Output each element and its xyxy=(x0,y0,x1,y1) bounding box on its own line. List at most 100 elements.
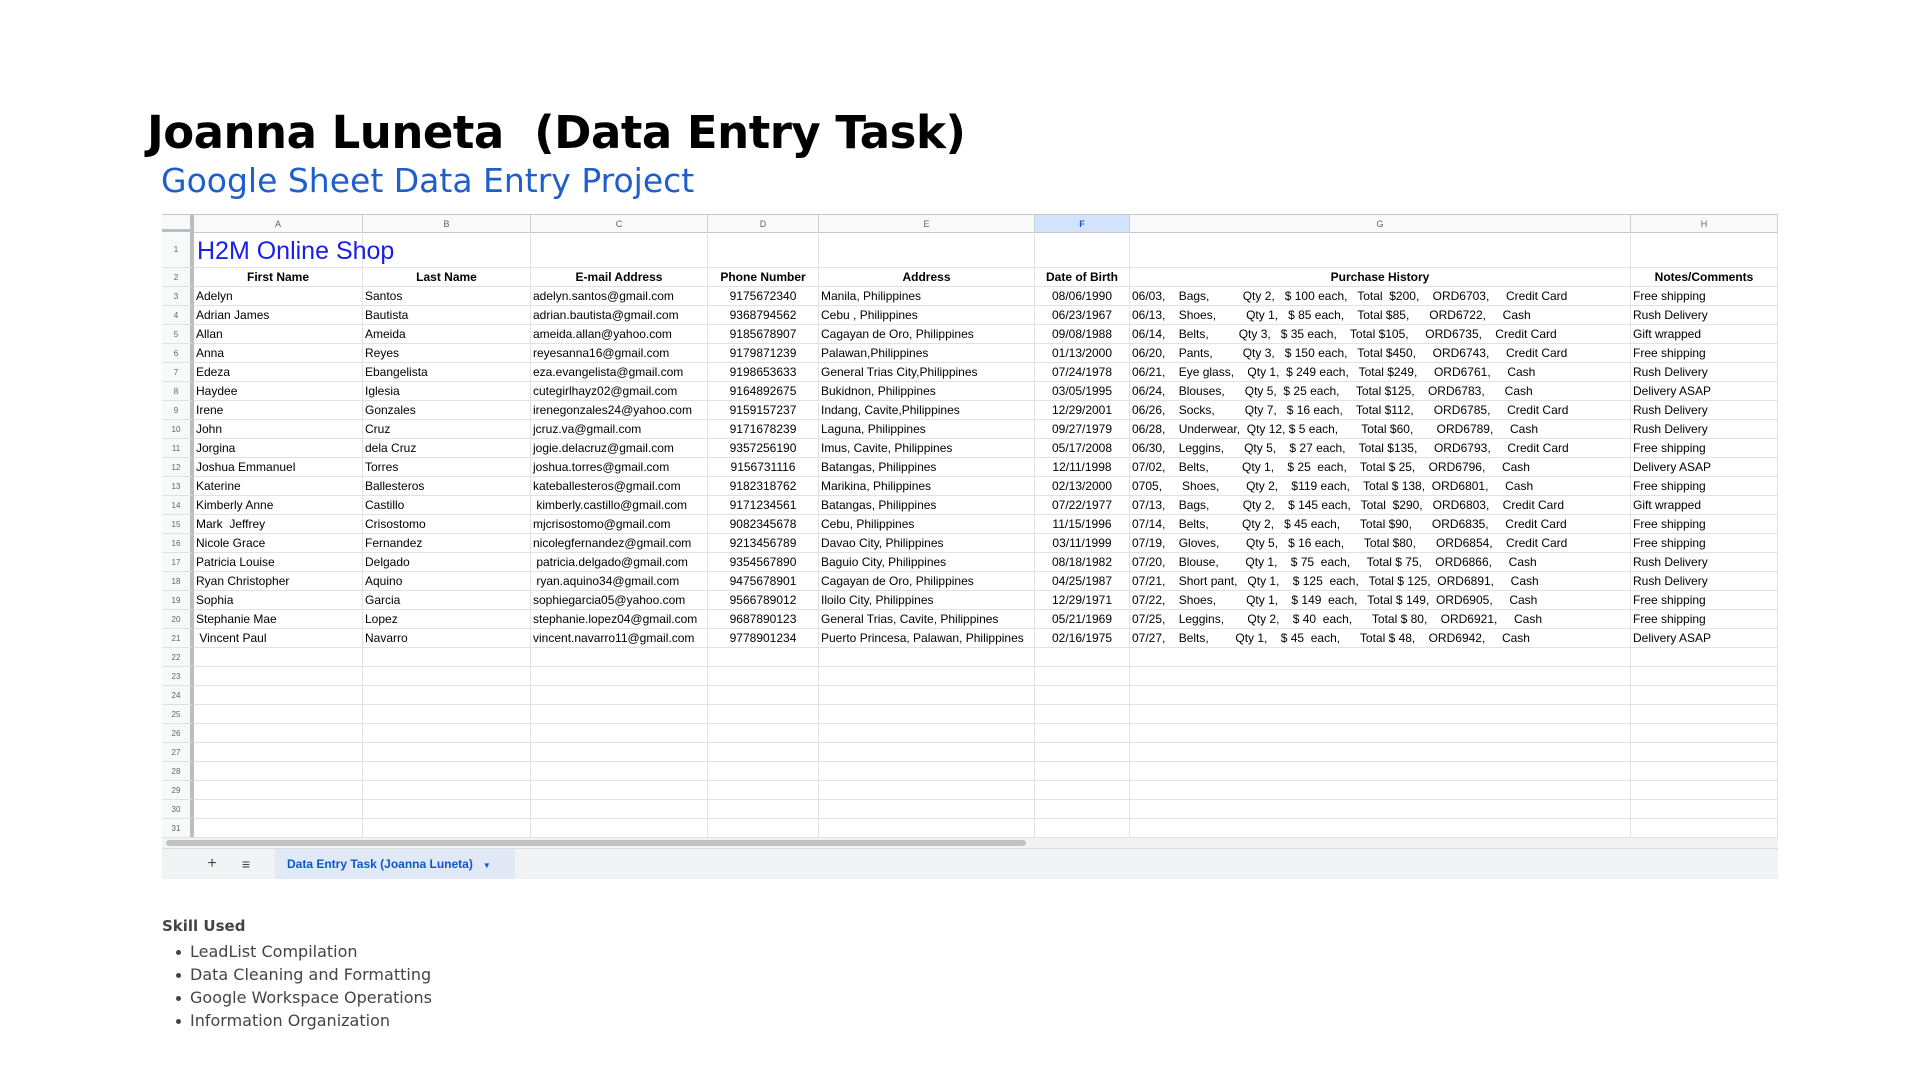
cell[interactable] xyxy=(1130,705,1631,724)
cell[interactable]: Indang, Cavite,Philippines xyxy=(819,401,1035,420)
cell[interactable]: 9778901234 xyxy=(708,629,819,648)
cell[interactable]: Delivery ASAP xyxy=(1631,382,1778,401)
cell[interactable]: 9171234561 xyxy=(708,496,819,515)
cell[interactable]: Rush Delivery xyxy=(1631,363,1778,382)
row-header[interactable]: 27 xyxy=(162,743,194,762)
cell[interactable]: 07/27, Belts, Qty 1, $ 45 each, Total $ … xyxy=(1130,629,1631,648)
cell[interactable] xyxy=(708,819,819,838)
cell[interactable]: Bukidnon, Philippines xyxy=(819,382,1035,401)
cell[interactable]: 06/23/1967 xyxy=(1035,306,1130,325)
cell[interactable] xyxy=(1035,781,1130,800)
cell[interactable]: 11/15/1996 xyxy=(1035,515,1130,534)
cell[interactable] xyxy=(1631,743,1778,762)
cell[interactable] xyxy=(531,762,708,781)
add-sheet-icon[interactable]: + xyxy=(199,849,225,879)
cell[interactable] xyxy=(819,724,1035,743)
cell[interactable]: sophiegarcia05@yahoo.com xyxy=(531,591,708,610)
cell[interactable] xyxy=(363,667,531,686)
cell[interactable] xyxy=(708,762,819,781)
cell[interactable]: kateballesteros@gmail.com xyxy=(531,477,708,496)
cell[interactable]: adelyn.santos@gmail.com xyxy=(531,287,708,306)
cell[interactable]: Garcia xyxy=(363,591,531,610)
cell[interactable] xyxy=(819,800,1035,819)
row-header[interactable]: 8 xyxy=(162,382,194,401)
row-header[interactable]: 28 xyxy=(162,762,194,781)
cell[interactable] xyxy=(1130,648,1631,667)
row-header[interactable]: 31 xyxy=(162,819,194,838)
cell[interactable]: 9475678901 xyxy=(708,572,819,591)
cell[interactable]: Marikina, Philippines xyxy=(819,477,1035,496)
cell[interactable] xyxy=(531,232,708,268)
cell[interactable]: 02/13/2000 xyxy=(1035,477,1130,496)
cell[interactable]: Phone Number xyxy=(708,268,819,287)
cell[interactable] xyxy=(708,800,819,819)
cell[interactable] xyxy=(1035,800,1130,819)
cell[interactable] xyxy=(194,743,363,762)
cell[interactable] xyxy=(363,819,531,838)
row-header[interactable]: 29 xyxy=(162,781,194,800)
row-header[interactable]: 2 xyxy=(162,268,194,287)
row-header[interactable]: 3 xyxy=(162,287,194,306)
cell[interactable]: Gift wrapped xyxy=(1631,496,1778,515)
tab-dropdown-caret-icon[interactable]: ▼ xyxy=(483,861,491,870)
cell[interactable]: cutegirlhayz02@gmail.com xyxy=(531,382,708,401)
row-header[interactable]: 25 xyxy=(162,705,194,724)
cell[interactable]: Batangas, Philippines xyxy=(819,458,1035,477)
cell[interactable] xyxy=(708,781,819,800)
cell[interactable]: 06/24, Blouses, Qty 5, $ 25 each, Total … xyxy=(1130,382,1631,401)
cell[interactable]: 9164892675 xyxy=(708,382,819,401)
cell[interactable] xyxy=(363,648,531,667)
cell[interactable]: Katerine xyxy=(194,477,363,496)
row-header[interactable]: 4 xyxy=(162,306,194,325)
cell[interactable] xyxy=(363,724,531,743)
row-header[interactable]: 9 xyxy=(162,401,194,420)
cell[interactable] xyxy=(1130,743,1631,762)
cell[interactable] xyxy=(1631,781,1778,800)
cell[interactable] xyxy=(819,667,1035,686)
cell[interactable]: 12/11/1998 xyxy=(1035,458,1130,477)
cell[interactable]: 06/21, Eye glass, Qty 1, $ 249 each, Tot… xyxy=(1130,363,1631,382)
cell[interactable] xyxy=(363,686,531,705)
row-header[interactable]: 20 xyxy=(162,610,194,629)
cell[interactable]: 07/25, Leggins, Qty 2, $ 40 each, Total … xyxy=(1130,610,1631,629)
row-header[interactable]: 5 xyxy=(162,325,194,344)
cell[interactable]: 07/02, Belts, Qty 1, $ 25 each, Total $ … xyxy=(1130,458,1631,477)
cell[interactable] xyxy=(819,762,1035,781)
cell[interactable]: 04/25/1987 xyxy=(1035,572,1130,591)
cell[interactable] xyxy=(1631,705,1778,724)
cell[interactable] xyxy=(1035,819,1130,838)
cell[interactable]: 09/27/1979 xyxy=(1035,420,1130,439)
cell[interactable]: Stephanie Mae xyxy=(194,610,363,629)
cell[interactable] xyxy=(1631,724,1778,743)
row-header[interactable]: 21 xyxy=(162,629,194,648)
cell[interactable] xyxy=(819,743,1035,762)
cell[interactable]: Bautista xyxy=(363,306,531,325)
cell[interactable] xyxy=(708,743,819,762)
cell[interactable]: 08/18/1982 xyxy=(1035,553,1130,572)
cell[interactable]: Rush Delivery xyxy=(1631,306,1778,325)
cell[interactable]: eza.evangelista@gmail.com xyxy=(531,363,708,382)
row-header[interactable]: 12 xyxy=(162,458,194,477)
cell[interactable]: irenegonzales24@yahoo.com xyxy=(531,401,708,420)
row-header[interactable]: 22 xyxy=(162,648,194,667)
cell[interactable]: 05/17/2008 xyxy=(1035,439,1130,458)
row-header[interactable]: 24 xyxy=(162,686,194,705)
cell[interactable] xyxy=(531,819,708,838)
cell[interactable] xyxy=(531,648,708,667)
cell[interactable]: Delivery ASAP xyxy=(1631,629,1778,648)
cell[interactable]: 06/14, Belts, Qty 3, $ 35 each, Total $1… xyxy=(1130,325,1631,344)
cell[interactable]: 06/13, Shoes, Qty 1, $ 85 each, Total $8… xyxy=(1130,306,1631,325)
cell[interactable] xyxy=(531,743,708,762)
cell[interactable]: 9185678907 xyxy=(708,325,819,344)
row-header[interactable]: 6 xyxy=(162,344,194,363)
cell[interactable]: Puerto Princesa, Palawan, Philippines xyxy=(819,629,1035,648)
cell[interactable]: General Trias, Cavite, Philippines xyxy=(819,610,1035,629)
cell[interactable] xyxy=(1035,762,1130,781)
cell[interactable]: Iloilo City, Philippines xyxy=(819,591,1035,610)
cell[interactable]: Castillo xyxy=(363,496,531,515)
cell[interactable]: Davao City, Philippines xyxy=(819,534,1035,553)
cell[interactable]: 9354567890 xyxy=(708,553,819,572)
cell[interactable]: 07/14, Belts, Qty 2, $ 45 each, Total $9… xyxy=(1130,515,1631,534)
cell[interactable]: General Trias City,Philippines xyxy=(819,363,1035,382)
cell[interactable] xyxy=(1035,724,1130,743)
